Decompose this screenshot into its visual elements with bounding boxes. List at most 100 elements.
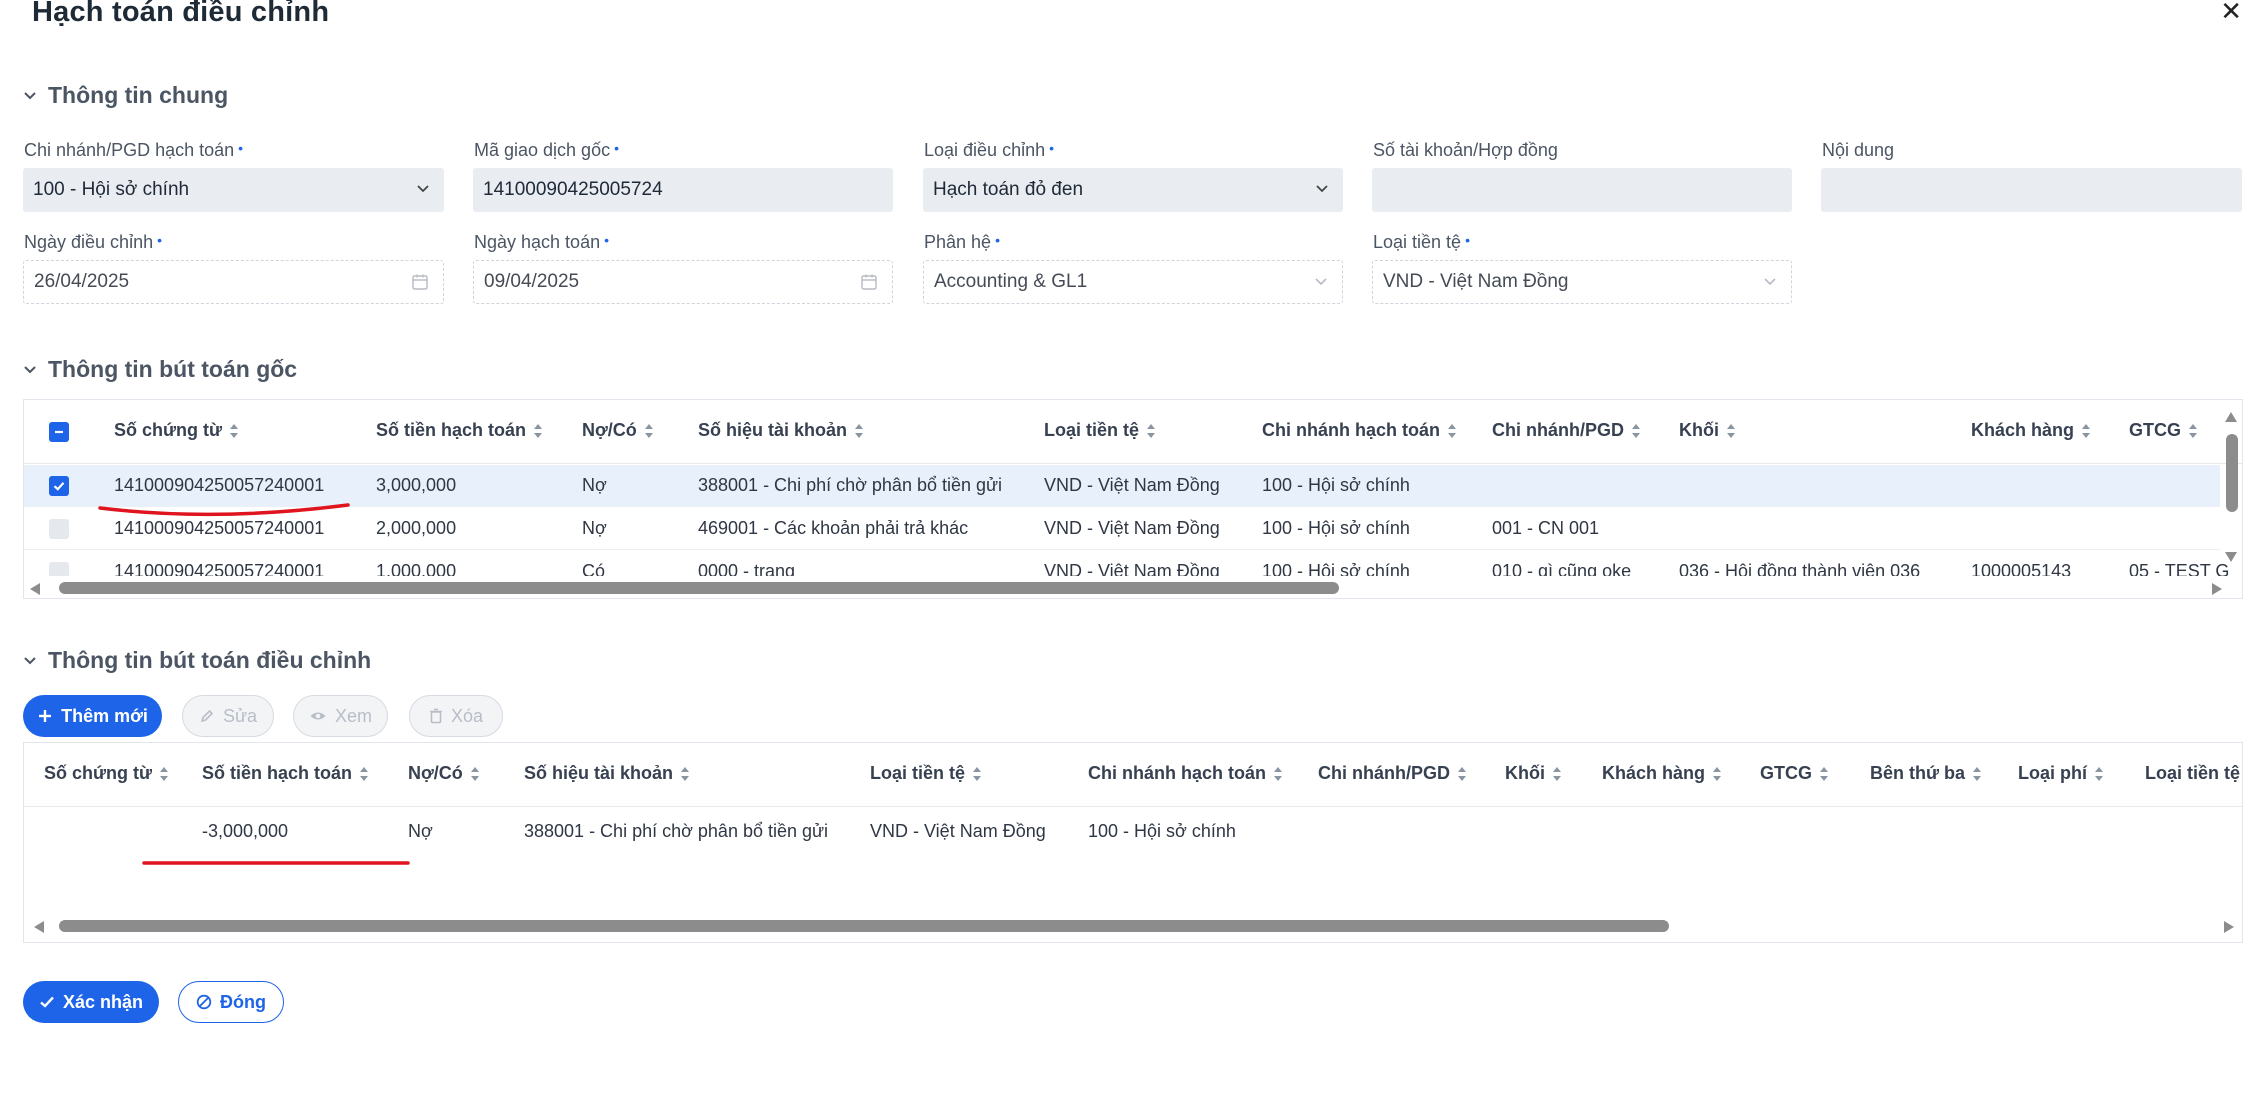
adjust-type-select[interactable]: Hạch toán đỏ đen: [923, 168, 1343, 212]
close-icon[interactable]: ✕: [2220, 0, 2242, 24]
chevron-down-icon: [417, 185, 429, 193]
row-checkbox[interactable]: [49, 476, 69, 496]
cell: 141000904250057240001: [114, 475, 325, 495]
scroll-right-icon[interactable]: [2212, 583, 2222, 595]
sort-icon[interactable]: [1553, 766, 1562, 781]
scroll-left-icon[interactable]: [34, 921, 44, 933]
module-value: Accounting & GL1: [934, 271, 1088, 292]
sort-icon[interactable]: [360, 766, 369, 781]
delete-button[interactable]: Xóa: [409, 695, 503, 737]
minus-icon: [55, 430, 63, 434]
plus-icon: [39, 710, 52, 722]
currency-select[interactable]: VND - Việt Nam Đồng: [1372, 260, 1792, 304]
sort-icon[interactable]: [1727, 423, 1736, 438]
col-header[interactable]: Số tiền hạch toán: [202, 763, 369, 784]
adjust-date-label: Ngày điều chỉnh •: [24, 232, 162, 252]
horizontal-scrollbar[interactable]: [24, 577, 2242, 598]
sort-icon[interactable]: [230, 423, 239, 438]
col-header[interactable]: Số hiệu tài khoản: [524, 763, 690, 784]
sort-icon[interactable]: [1147, 423, 1156, 438]
sort-icon[interactable]: [1973, 766, 1982, 781]
sort-icon[interactable]: [855, 423, 864, 438]
vertical-scrollbar-thumb[interactable]: [2226, 434, 2238, 512]
scroll-down-icon[interactable]: [2225, 552, 2237, 562]
post-date-picker[interactable]: 09/04/2025: [473, 260, 893, 304]
orig-txn-field[interactable]: 14100090425005724: [473, 168, 893, 212]
col-header[interactable]: Chi nhánh hạch toán: [1088, 763, 1283, 784]
sort-icon[interactable]: [2189, 423, 2198, 438]
add-button[interactable]: Thêm mới: [23, 695, 162, 737]
sort-icon[interactable]: [470, 766, 480, 781]
col-header[interactable]: Số tiền hạch toán: [376, 420, 543, 441]
sort-icon[interactable]: [681, 766, 690, 781]
post-date-value: 09/04/2025: [484, 271, 580, 292]
cell: 3,000,000: [376, 475, 457, 495]
col-header[interactable]: Khối: [1679, 420, 1736, 441]
sort-icon[interactable]: [534, 423, 543, 438]
modal-title: Hạch toán điều chỉnh: [32, 0, 330, 28]
post-date-label: Ngày hạch toán •: [474, 232, 609, 252]
sort-icon[interactable]: [160, 766, 169, 781]
col-header[interactable]: Khối: [1505, 763, 1562, 784]
col-header[interactable]: Số hiệu tài khoản: [698, 420, 864, 441]
col-header[interactable]: Chi nhánh/PGD: [1492, 420, 1641, 441]
cell: 100 - Hội sở chính: [1262, 518, 1410, 538]
section-general-header[interactable]: Thông tin chung: [22, 82, 228, 109]
col-header[interactable]: Khách hàng: [1971, 420, 2091, 441]
col-header[interactable]: GTCG: [2129, 420, 2198, 441]
sort-icon[interactable]: [2095, 766, 2104, 781]
col-header[interactable]: Chi nhánh hạch toán: [1262, 420, 1457, 441]
sort-icon[interactable]: [1632, 423, 1641, 438]
col-header[interactable]: Loại tiền tệ: [1044, 420, 1156, 441]
section-title: Thông tin bút toán điều chỉnh: [48, 647, 372, 673]
sort-icon[interactable]: [644, 423, 654, 438]
cell: 100 - Hội sở chính: [1088, 821, 1236, 841]
col-header[interactable]: Bên thứ ba: [1870, 763, 1982, 784]
horizontal-scrollbar[interactable]: [24, 915, 2242, 937]
scrollbar-thumb[interactable]: [59, 582, 1339, 594]
col-header[interactable]: Loại phí: [2018, 763, 2104, 784]
branch-select[interactable]: 100 - Hội sở chính: [23, 168, 444, 212]
sort-icon[interactable]: [973, 766, 982, 781]
view-button[interactable]: Xem: [293, 695, 388, 737]
col-header[interactable]: Loại tiền tệ: [2145, 763, 2240, 784]
col-header[interactable]: GTCG: [1760, 763, 1829, 784]
scroll-right-icon[interactable]: [2224, 921, 2234, 933]
annotation-underline: [142, 861, 410, 865]
chevron-down-icon: [24, 365, 36, 373]
table-row[interactable]: -3,000,000 Nợ 388001 - Chi phí chờ phân …: [24, 809, 2242, 859]
sort-icon[interactable]: [1820, 766, 1829, 781]
confirm-button[interactable]: Xác nhận: [23, 981, 159, 1023]
calendar-icon: [412, 274, 428, 290]
section-adjust-header[interactable]: Thông tin bút toán điều chỉnh: [22, 647, 371, 674]
col-header[interactable]: Nợ/Có: [408, 763, 480, 784]
branch-label: Chi nhánh/PGD hạch toán •: [24, 140, 244, 160]
sort-icon[interactable]: [1458, 766, 1467, 781]
select-all-checkbox[interactable]: [49, 422, 69, 442]
scrollbar-thumb[interactable]: [59, 920, 1669, 932]
module-select[interactable]: Accounting & GL1: [923, 260, 1343, 304]
adjust-date-picker[interactable]: 26/04/2025: [23, 260, 444, 304]
content-field[interactable]: [1821, 168, 2242, 212]
close-button[interactable]: Đóng: [178, 981, 284, 1023]
sort-icon[interactable]: [1713, 766, 1722, 781]
col-header[interactable]: Số chứng từ: [44, 763, 169, 784]
section-original-header[interactable]: Thông tin bút toán gốc: [22, 356, 297, 383]
col-header[interactable]: Loại tiền tệ: [870, 763, 982, 784]
sort-icon[interactable]: [1448, 423, 1457, 438]
col-header[interactable]: Số chứng từ: [114, 420, 239, 441]
sort-icon[interactable]: [1274, 766, 1283, 781]
cell: 100 - Hội sở chính: [1262, 475, 1410, 495]
chevron-down-icon: [1316, 185, 1328, 193]
col-header[interactable]: Chi nhánh/PGD: [1318, 763, 1467, 784]
content-label: Nội dung: [1822, 140, 1895, 160]
edit-button[interactable]: Sửa: [182, 695, 274, 737]
pencil-icon: [200, 709, 214, 723]
scroll-left-icon[interactable]: [30, 583, 40, 595]
account-field[interactable]: [1372, 168, 1792, 212]
col-header[interactable]: Khách hàng: [1602, 763, 1722, 784]
col-header[interactable]: Nợ/Có: [582, 420, 654, 441]
row-checkbox[interactable]: [49, 519, 69, 539]
scroll-up-icon[interactable]: [2225, 412, 2237, 422]
sort-icon[interactable]: [2082, 423, 2091, 438]
